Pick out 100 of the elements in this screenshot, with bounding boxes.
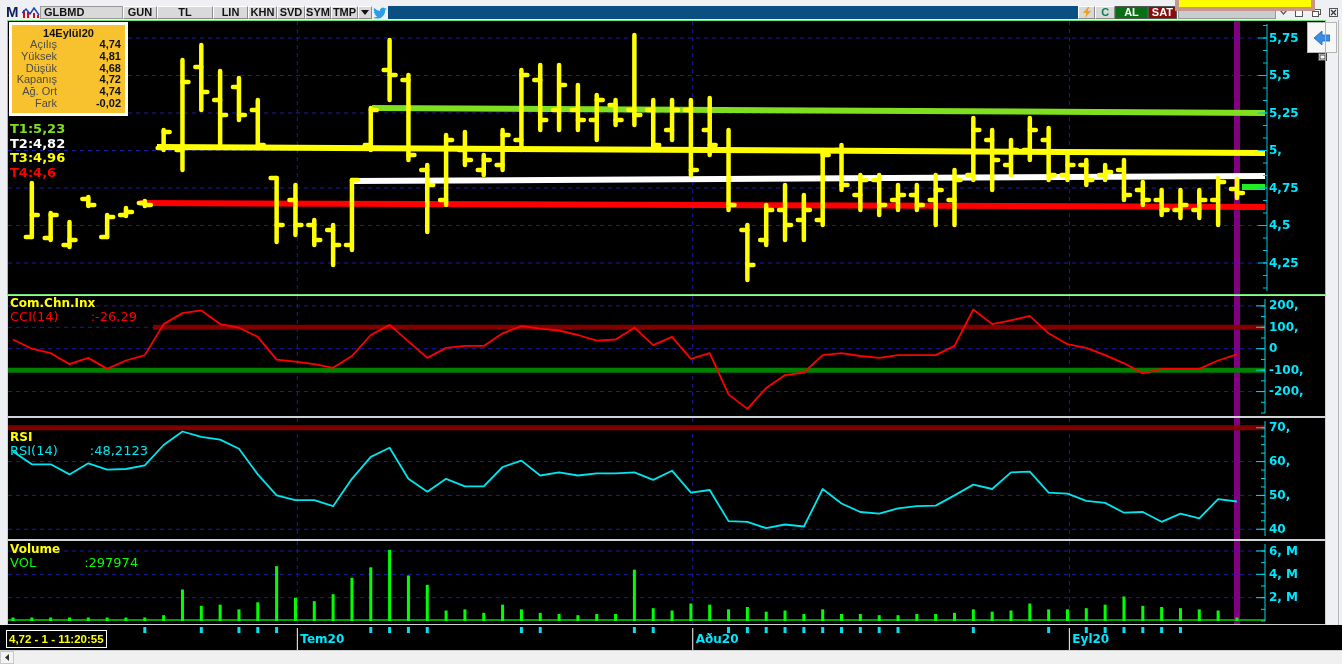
ohlc-bar [532,62,549,133]
volume-bar [501,604,505,621]
ohlc-bar [362,105,379,153]
volume-bar [463,609,467,621]
volume-bar [444,610,448,621]
volume-bar [519,609,523,621]
volume-bar [1009,610,1013,621]
toolbar-button[interactable]: SYM [305,6,331,19]
status-readout: 4,72 - 1 - 11:20:55 [6,630,107,648]
scrollbar-track[interactable] [0,650,1342,664]
toolbar-button[interactable]: KHN [248,6,277,19]
volume-bar [1103,604,1107,621]
volume-bar [1122,596,1126,621]
volume-bar [482,612,486,621]
ohlc-bar [287,182,304,238]
toolbar-button[interactable]: TMP [331,6,358,19]
volume-bar [369,567,373,621]
lightning-icon [1082,7,1091,18]
ohlc-bar [776,182,794,243]
volume-bar [293,597,297,621]
axis-label: 50, [1269,487,1291,502]
volume-bar [858,614,862,621]
left-triangle-icon [5,654,9,661]
volume-bar [1235,617,1239,621]
price-label: 5, [1269,143,1282,157]
ohlc-bar [550,62,568,133]
info-value: -0,02 [94,98,121,110]
axis-label: 4, M [1269,566,1299,581]
ohlc-bar [193,42,210,113]
month-label: Aðu20 [695,632,739,646]
toolbar-button[interactable]: SVD [277,6,305,19]
volume-bar [614,614,618,621]
volume-bar [745,607,749,621]
symbol-field[interactable]: GLBMD [40,6,123,19]
info-value: 4,74 [98,39,121,51]
volume-bar [218,604,222,621]
toolbar-button[interactable]: GUN [123,6,157,19]
volume-bar [896,615,900,621]
volume-bar [143,617,147,621]
volume-bar [538,612,542,621]
volume-bar [124,617,128,621]
volume-bar [1178,608,1182,621]
action-button[interactable]: AL [1115,6,1148,19]
collapse-button[interactable] [1307,22,1337,53]
caret-icon[interactable] [1280,10,1288,15]
volume-bar [199,605,203,621]
ohlc-bar [1172,187,1189,221]
info-value: 4,68 [98,62,121,75]
ohlc-bar [1040,125,1057,183]
ohlc-bar [1059,152,1076,183]
trendline-label: T4:4,6 [10,165,58,180]
indicator-name: CCI(14) [10,310,59,324]
ohlc-bar [757,202,775,248]
close-icon[interactable] [1328,8,1338,17]
action-button[interactable]: C [1095,6,1116,19]
app-logo[interactable]: M [6,5,22,19]
indicator-name: VOL [10,556,37,570]
ohlc-bar [739,222,756,283]
chart-icon[interactable] [22,7,40,19]
ohlc-bar [61,219,78,250]
volume-bar [708,604,712,621]
volume-bar [764,611,768,621]
axis-label: 100, [1269,319,1299,334]
volume-bar [1047,609,1051,621]
volume-bar [595,614,599,621]
volume-bar [425,584,429,621]
info-value: 4,72 [98,74,121,87]
volume-bar [30,617,34,621]
volume-bar [670,610,674,621]
volume-bar [576,615,580,621]
volume-bar [727,609,731,621]
volume-bar [331,594,335,621]
ohlc-bar [569,82,587,133]
ohlc-bar [588,92,605,143]
lightning-button[interactable] [1078,6,1096,19]
ohlc-bar [1021,115,1039,163]
price-label: 5,25 [1269,105,1299,120]
indicator-value: :48,2123 [89,444,148,458]
scroll-left-button[interactable] [0,651,14,664]
toolbar-button[interactable]: TL [157,6,213,19]
panel-title: Volume [10,543,62,556]
price-label: 4,25 [1269,255,1299,270]
volume-bar [68,617,71,621]
toolbar-button[interactable]: LIN [213,6,248,19]
ohlc-bar [136,198,154,209]
ohlc-bar [80,194,97,209]
ohlc-bar [965,115,982,183]
info-label: Yüksek [19,50,57,63]
info-value: 4,81 [98,50,121,63]
dropdown-button[interactable] [358,6,372,19]
volume-bar [689,603,693,621]
axis-label: 40 [1269,521,1286,536]
volume-bar [971,609,975,621]
axis-label: 70, [1269,420,1291,435]
volume-bar [1216,610,1220,621]
volume-bar [388,549,392,621]
ohlc-bar [268,175,285,245]
panel-title: Com.Chn.Inx [10,297,97,310]
volume-bar [1084,608,1088,621]
square-icon[interactable] [1318,53,1327,61]
